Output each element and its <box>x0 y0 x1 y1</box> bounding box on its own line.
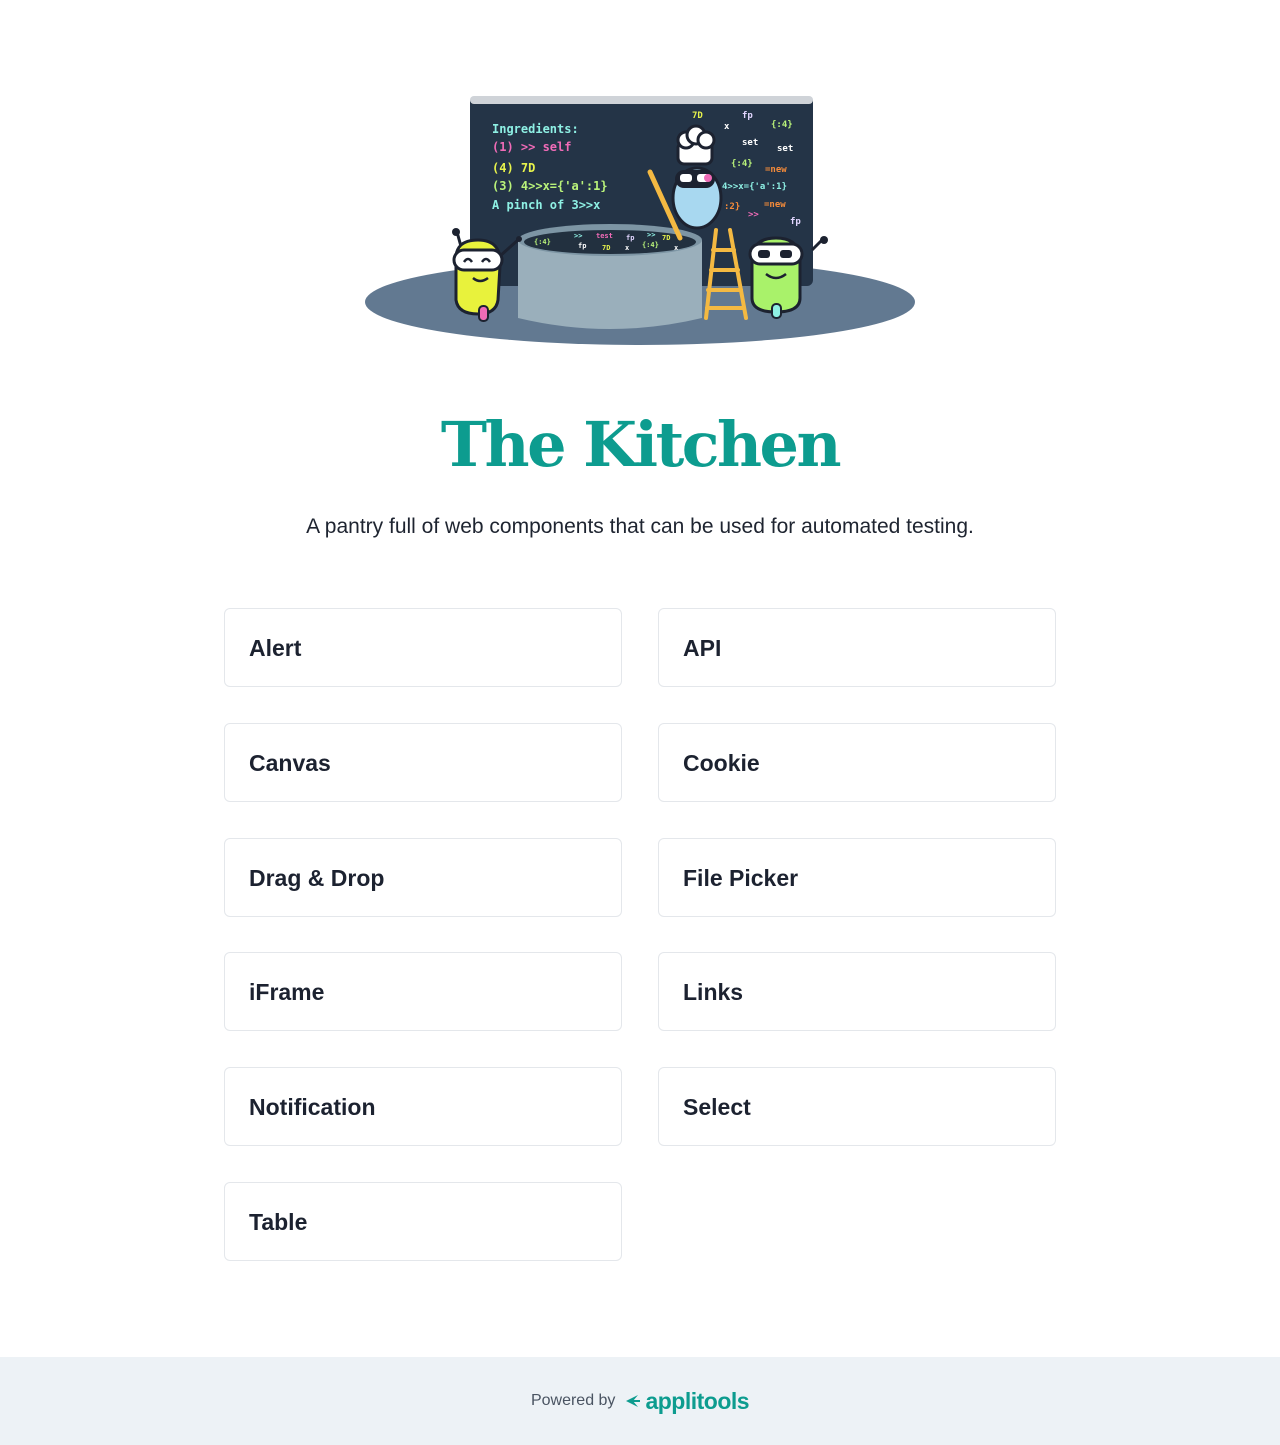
card-label: iFrame <box>249 979 325 1005</box>
card-iframe[interactable]: iFrame <box>224 952 622 1031</box>
card-label: Table <box>249 1209 308 1235</box>
pot-text: {:4} <box>642 241 659 249</box>
card-label: Select <box>683 1094 751 1120</box>
card-alert[interactable]: Alert <box>224 608 622 687</box>
card-label: Links <box>683 979 744 1005</box>
card-label: API <box>683 635 722 661</box>
pot-text: test <box>596 232 613 240</box>
board-scatter: =new <box>765 165 787 175</box>
board-line: A pinch of 3>>x <box>492 198 600 212</box>
board-scatter: =new <box>764 200 786 210</box>
board-scatter: set <box>777 144 793 154</box>
powered-by-text: Powered by <box>530 1392 616 1409</box>
card-drag-drop[interactable]: Drag & Drop <box>224 838 622 917</box>
card-canvas[interactable]: Canvas <box>224 723 622 802</box>
board-scatter: x <box>724 122 730 132</box>
board-scatter: {:4} <box>731 159 753 169</box>
card-select[interactable]: Select <box>658 1067 1056 1146</box>
board-scatter: :2} <box>724 202 740 212</box>
pot-text: >> <box>574 232 582 240</box>
pot-text: {:4} <box>534 238 551 246</box>
board-scatter: set <box>742 138 758 148</box>
pot-text: 7D <box>602 244 610 252</box>
board-scatter: 4>>x={'a':1} <box>722 182 787 192</box>
board-line: Ingredients: <box>492 122 579 136</box>
applitools-logo-link[interactable]: applitools <box>624 1387 750 1415</box>
pot-text: >> <box>647 231 655 239</box>
hero-illustration: Ingredients: (1) >> self (4) 7D (3) 4>>x… <box>360 90 920 350</box>
card-table[interactable]: Table <box>224 1182 622 1261</box>
pot-text: 7D <box>662 234 670 242</box>
board-scatter: fp <box>790 217 801 227</box>
page-title: The Kitchen <box>440 408 842 481</box>
card-notification[interactable]: Notification <box>224 1067 622 1146</box>
pot-text: fp <box>626 234 634 242</box>
board-line: (3) 4>>x={'a':1} <box>492 179 608 193</box>
card-label: Drag & Drop <box>249 865 385 891</box>
board-scatter: {:4} <box>771 120 793 130</box>
kitchen-illustration: Ingredients: (1) >> self (4) 7D (3) 4>>x… <box>365 96 915 345</box>
card-cookie[interactable]: Cookie <box>658 723 1056 802</box>
card-file-picker[interactable]: File Picker <box>658 838 1056 917</box>
card-label: File Picker <box>683 865 799 891</box>
applitools-icon <box>626 1395 641 1407</box>
page-subtitle: A pantry full of web components that can… <box>306 515 974 538</box>
applitools-wordmark: applitools <box>645 1387 750 1414</box>
footer: Powered by applitools <box>0 1357 1280 1445</box>
card-label: Cookie <box>683 750 760 776</box>
board-scatter: 7D <box>692 111 703 121</box>
card-label: Canvas <box>249 750 331 776</box>
card-links[interactable]: Links <box>658 952 1056 1031</box>
board-line: (1) >> self <box>492 140 571 154</box>
board-scatter: >> <box>748 210 759 220</box>
card-api[interactable]: API <box>658 608 1056 687</box>
board-scatter: fp <box>742 111 753 121</box>
card-label: Notification <box>249 1094 376 1120</box>
card-label: Alert <box>249 635 302 661</box>
board-line: (4) 7D <box>492 161 535 175</box>
pot-text: fp <box>578 242 586 250</box>
